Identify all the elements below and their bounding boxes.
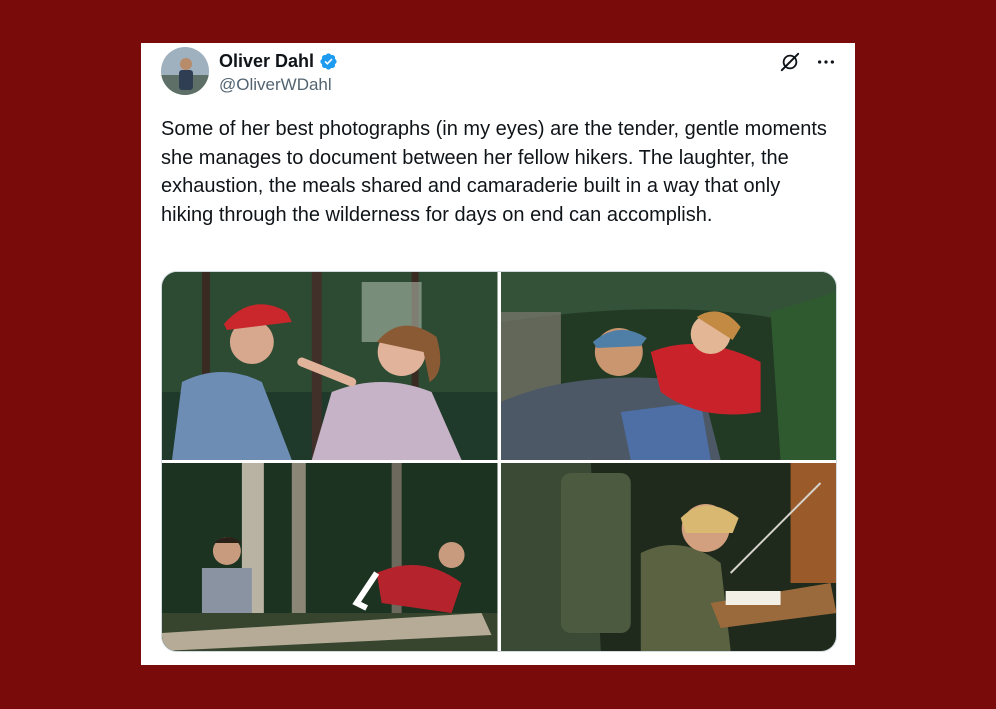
media-photo-1[interactable] xyxy=(162,272,498,460)
author-row: Oliver Dahl xyxy=(219,51,338,72)
media-photo-3[interactable] xyxy=(162,463,498,651)
tweet-card: Oliver Dahl @OliverWDahl Some of her bes… xyxy=(141,43,855,665)
author-name[interactable]: Oliver Dahl xyxy=(219,51,314,72)
grok-icon[interactable] xyxy=(779,51,801,73)
tweet-actions-top xyxy=(779,51,837,73)
more-options-icon[interactable] xyxy=(815,51,837,73)
media-photo-2[interactable] xyxy=(500,272,836,460)
media-photo-4[interactable] xyxy=(500,463,836,651)
verified-badge-icon xyxy=(319,52,338,71)
media-grid xyxy=(161,271,837,652)
tweet-text: Some of her best photographs (in my eyes… xyxy=(161,118,827,227)
author-handle[interactable]: @OliverWDahl xyxy=(219,75,332,95)
avatar[interactable] xyxy=(161,47,209,95)
